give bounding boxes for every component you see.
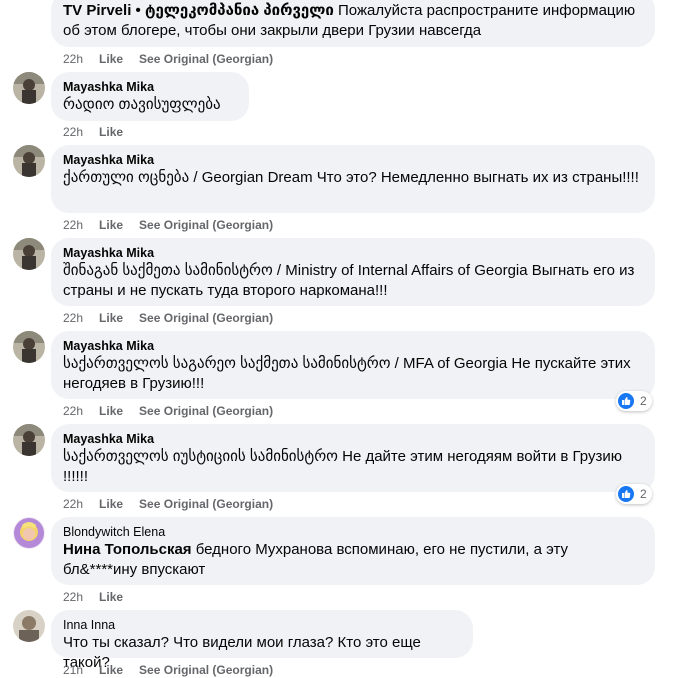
see-original-button[interactable]: See Original (Georgian) bbox=[139, 218, 273, 232]
comment-bubble: Mayashka Mika საქართველოს საგარეო საქმეთ… bbox=[51, 331, 655, 399]
comment-bubble: Mayashka Mika ქართული ოცნება / Georgian … bbox=[51, 145, 655, 213]
like-thumb-icon bbox=[618, 393, 634, 409]
see-original-button[interactable]: See Original (Georgian) bbox=[139, 497, 273, 511]
see-original-button[interactable]: See Original (Georgian) bbox=[139, 663, 273, 677]
like-button[interactable]: Like bbox=[99, 590, 123, 604]
comment-bubble: TV Pirveli • ტელეკომპანია პირველი Пожалу… bbox=[51, 0, 655, 47]
comment-bubble: Inna Inna Что ты сказал? Что видели мои … bbox=[51, 610, 473, 671]
tagged-page[interactable]: ქართული ოცნება / Georgian Dream bbox=[63, 169, 313, 186]
like-button[interactable]: Like bbox=[99, 311, 123, 325]
comment-time[interactable]: 22h bbox=[63, 52, 83, 66]
comment-actions: 22h Like See Original (Georgian) bbox=[63, 51, 289, 67]
author-name[interactable]: Mayashka Mika bbox=[63, 431, 643, 447]
see-original-button[interactable]: See Original (Georgian) bbox=[139, 52, 273, 66]
reaction-count-number: 2 bbox=[640, 487, 647, 501]
comment-time[interactable]: 22h bbox=[63, 125, 83, 139]
comment-time[interactable]: 22h bbox=[63, 404, 83, 418]
mentioned-user[interactable]: Нина Топольская bbox=[63, 541, 192, 558]
tagged-page[interactable]: რადიო თავისუფლება bbox=[63, 96, 221, 113]
tagged-page[interactable]: საქართველოს იუსტიციის სამინისტრო bbox=[63, 448, 338, 465]
comment-bubble: Blondywitch Elena Нина Топольская бедног… bbox=[51, 517, 655, 585]
tagged-page[interactable]: საქართველოს საგარეო საქმეთა სამინისტრო /… bbox=[63, 355, 507, 372]
comment-actions: 22h Like bbox=[63, 589, 139, 605]
comment-bubble: Mayashka Mika შინაგან საქმეთა სამინისტრო… bbox=[51, 238, 655, 306]
avatar[interactable] bbox=[13, 424, 45, 456]
avatar[interactable] bbox=[13, 145, 45, 177]
comment-time[interactable]: 22h bbox=[63, 590, 83, 604]
avatar[interactable] bbox=[13, 72, 45, 104]
comment-time[interactable]: 21h bbox=[63, 663, 83, 677]
reaction-count[interactable]: 2 bbox=[616, 484, 652, 504]
reaction-count[interactable]: 2 bbox=[616, 391, 652, 411]
like-button[interactable]: Like bbox=[99, 125, 123, 139]
author-name[interactable]: Inna Inna bbox=[63, 617, 461, 633]
author-name[interactable]: Mayashka Mika bbox=[63, 152, 643, 168]
author-name[interactable]: Mayashka Mika bbox=[63, 245, 643, 261]
comment-actions: 22h Like bbox=[63, 124, 139, 140]
see-original-button[interactable]: See Original (Georgian) bbox=[139, 311, 273, 325]
like-button[interactable]: Like bbox=[99, 218, 123, 232]
comment-actions: 22h Like See Original (Georgian) bbox=[63, 217, 289, 233]
comment-time[interactable]: 22h bbox=[63, 311, 83, 325]
comment-bubble: Mayashka Mika რადიო თავისუფლება bbox=[51, 72, 249, 121]
avatar[interactable] bbox=[13, 238, 45, 270]
avatar[interactable] bbox=[13, 331, 45, 363]
like-button[interactable]: Like bbox=[99, 663, 123, 677]
comment-actions: 22h Like See Original (Georgian) bbox=[63, 496, 289, 512]
like-button[interactable]: Like bbox=[99, 52, 123, 66]
see-original-button[interactable]: See Original (Georgian) bbox=[139, 404, 273, 418]
comment-time[interactable]: 22h bbox=[63, 218, 83, 232]
avatar[interactable] bbox=[13, 610, 45, 642]
like-button[interactable]: Like bbox=[99, 404, 123, 418]
comment-text: Что это? Немедленно выгнать их из страны… bbox=[316, 169, 639, 186]
author-name[interactable]: TV Pirveli • ტელეკომპანია პირველი bbox=[63, 2, 334, 19]
like-button[interactable]: Like bbox=[99, 497, 123, 511]
like-thumb-icon bbox=[618, 486, 634, 502]
avatar[interactable] bbox=[13, 517, 45, 549]
comment-actions: 22h Like See Original (Georgian) bbox=[63, 310, 289, 326]
author-name[interactable]: Mayashka Mika bbox=[63, 338, 643, 354]
comment-bubble: Mayashka Mika საქართველოს იუსტიციის სამი… bbox=[51, 424, 655, 492]
author-name[interactable]: Mayashka Mika bbox=[63, 79, 237, 95]
reaction-count-number: 2 bbox=[640, 394, 647, 408]
comment-actions: 22h Like See Original (Georgian) bbox=[63, 403, 289, 419]
author-name[interactable]: Blondywitch Elena bbox=[63, 524, 643, 540]
comment-time[interactable]: 22h bbox=[63, 497, 83, 511]
comment-actions: 21h Like See Original (Georgian) bbox=[63, 662, 289, 678]
tagged-page[interactable]: შინაგან საქმეთა სამინისტრო / Ministry of… bbox=[63, 262, 528, 279]
